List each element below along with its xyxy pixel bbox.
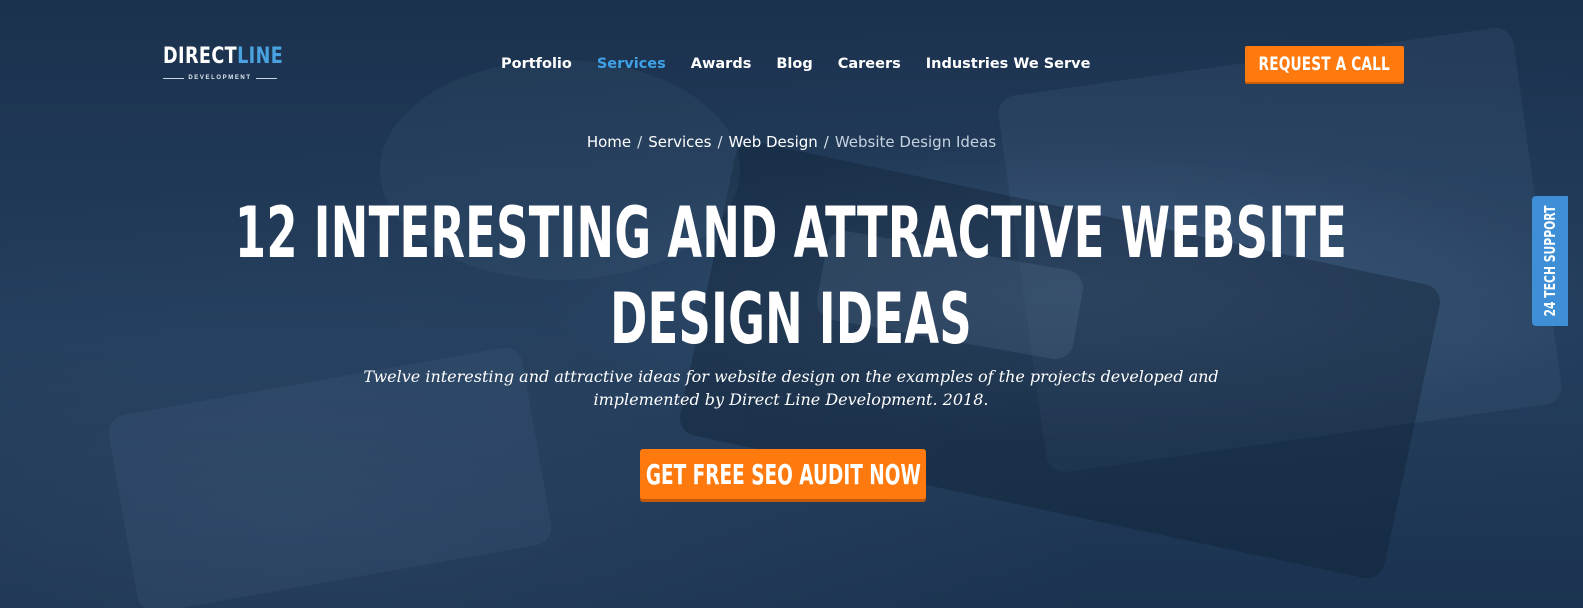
- logo-wordmark: DIRECTLINE: [163, 44, 283, 70]
- logo-part1: DIRECT: [163, 44, 238, 69]
- breadcrumb-separator: /: [717, 133, 723, 151]
- tech-support-tab[interactable]: 24 TECH SUPPORT: [1532, 196, 1568, 326]
- breadcrumb-services[interactable]: Services: [648, 133, 711, 151]
- breadcrumb-home[interactable]: Home: [587, 133, 631, 151]
- nav-item-industries[interactable]: Industries We Serve: [926, 54, 1091, 74]
- logo-part2: LINE: [237, 44, 284, 69]
- page-title-wrapper: 12 INTERESTING AND ATTRACTIVE WEBSITE DE…: [191, 190, 1391, 362]
- logo-divider: [163, 77, 185, 79]
- logo-sub-text: DEVELOPMENT: [188, 75, 252, 81]
- breadcrumb: Home / Services / Web Design / Website Design …: [0, 132, 1583, 152]
- nav-item-portfolio[interactable]: Portfolio: [501, 54, 572, 74]
- site-logo[interactable]: DIRECTLINE DEVELOPMENT: [163, 44, 283, 84]
- free-seo-audit-button[interactable]: GET FREE SEO AUDIT NOW: [640, 449, 926, 499]
- main-navigation: Portfolio Services Awards Blog Careers I…: [501, 54, 1115, 74]
- nav-item-awards[interactable]: Awards: [691, 54, 752, 74]
- free-seo-audit-label: GET FREE SEO AUDIT NOW: [645, 457, 921, 491]
- nav-item-services[interactable]: Services: [597, 54, 666, 74]
- breadcrumb-current: Website Design Ideas: [834, 133, 997, 151]
- nav-item-careers[interactable]: Careers: [838, 54, 901, 74]
- breadcrumb-separator: /: [637, 133, 643, 151]
- request-call-button[interactable]: REQUEST A CALL: [1245, 46, 1404, 82]
- breadcrumb-web-design[interactable]: Web Design: [729, 133, 818, 151]
- breadcrumb-separator: /: [823, 133, 829, 151]
- page-title: 12 INTERESTING AND ATTRACTIVE WEBSITE DE…: [234, 192, 1348, 360]
- tech-support-label: 24 TECH SUPPORT: [1541, 205, 1560, 317]
- logo-subtitle: DEVELOPMENT: [163, 73, 277, 83]
- request-call-label: REQUEST A CALL: [1258, 53, 1391, 75]
- logo-divider: [255, 77, 277, 79]
- nav-item-blog[interactable]: Blog: [776, 54, 812, 74]
- page-subtitle: Twelve interesting and attractive ideas …: [363, 367, 1219, 409]
